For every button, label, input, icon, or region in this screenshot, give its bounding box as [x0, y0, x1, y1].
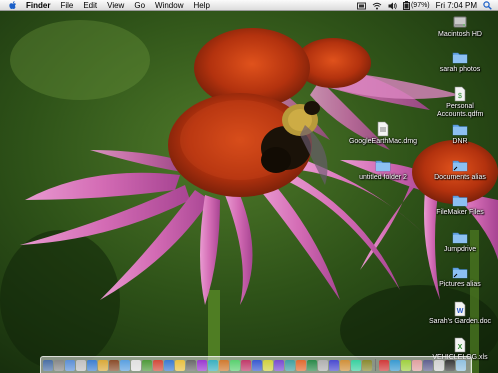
dock-app-icon[interactable] [164, 359, 174, 371]
desktop-icon-dnr[interactable]: DNR [425, 121, 495, 146]
icon-label: GoogleEarthMac.dmg [348, 138, 418, 145]
dock-app-icon[interactable] [379, 359, 389, 371]
dock-app-icon[interactable] [296, 359, 306, 371]
icon-label: Jumpdrive [443, 246, 477, 253]
extra-menu-icon[interactable] [356, 2, 366, 10]
icon-label: DNR [452, 138, 468, 145]
dock-app-icon[interactable] [87, 359, 97, 371]
dock-app-icon[interactable] [456, 359, 466, 371]
battery-percent: (97%) [410, 2, 430, 9]
spotlight-icon[interactable] [483, 1, 492, 10]
battery-status[interactable]: (97%) [402, 0, 430, 11]
dock-app-icon[interactable] [131, 359, 141, 371]
hard-drive-icon [453, 16, 467, 28]
dock-app-icon[interactable] [307, 359, 317, 371]
dock-app-icon[interactable] [197, 359, 207, 371]
dock-separator [375, 359, 376, 371]
document-icon: $ [454, 86, 466, 102]
menu-bar: Finder File Edit View Go Window Help (97… [0, 0, 498, 11]
dock-app-icon[interactable] [241, 359, 251, 371]
icon-label: sarah photos [439, 66, 481, 73]
dock-app-icon[interactable] [401, 359, 411, 371]
desktop-icon-sarahs-garden-doc[interactable]: W Sarah's Garden.doc [425, 301, 495, 326]
folder-icon [452, 195, 468, 207]
dock-app-icon[interactable] [175, 359, 185, 371]
volume-icon[interactable] [388, 2, 397, 10]
menu-finder[interactable]: Finder [26, 0, 55, 11]
desktop-icon-pictures-alias[interactable]: Pictures alias [425, 264, 495, 289]
menu-file[interactable]: File [55, 0, 78, 11]
svg-text:W: W [457, 308, 464, 315]
dock-app-icon[interactable] [434, 359, 444, 371]
dock-app-icon[interactable] [54, 359, 64, 371]
wifi-icon[interactable] [372, 2, 382, 10]
folder-icon [452, 267, 468, 279]
desktop-icon-untitled-folder-2[interactable]: untitled folder 2 [348, 157, 418, 182]
menu-view[interactable]: View [102, 0, 129, 11]
dock-app-icon[interactable] [65, 359, 75, 371]
dock-app-icon[interactable] [142, 359, 152, 371]
dock-app-icon[interactable] [186, 359, 196, 371]
icon-label: Documents alias [434, 174, 486, 181]
icon-label: untitled folder 2 [359, 174, 407, 181]
dock-app-icon[interactable] [43, 359, 53, 371]
dock-app-icon[interactable] [230, 359, 240, 371]
folder-icon [452, 232, 468, 244]
dock-app-icon[interactable] [98, 359, 108, 371]
icon-label: Macintosh HD [438, 31, 482, 38]
apple-menu-icon[interactable] [8, 0, 17, 11]
desktop-icon-sarah-photos[interactable]: sarah photos [425, 49, 495, 74]
spreadsheet-icon: X [454, 337, 466, 353]
folder-icon [452, 52, 468, 64]
folder-icon [375, 160, 391, 172]
desktop-icon-personal-accounts[interactable]: $ Personal Accounts.qdfm [425, 86, 495, 119]
desktop-icon-macintosh-hd[interactable]: Macintosh HD [425, 14, 495, 39]
icon-label: FileMaker Files [436, 209, 484, 216]
menu-window[interactable]: Window [150, 0, 188, 11]
dock-app-icon[interactable] [285, 359, 295, 371]
icon-label: Personal Accounts.qdfm [437, 103, 484, 118]
dock-app-icon[interactable] [362, 359, 372, 371]
menu-help[interactable]: Help [188, 0, 214, 11]
document-icon [377, 121, 389, 137]
desktop-icon-googleearth-dmg[interactable]: GoogleEarthMac.dmg [348, 121, 418, 146]
dock-app-icon[interactable] [274, 359, 284, 371]
folder-icon [452, 160, 468, 172]
dock-app-icon[interactable] [76, 359, 86, 371]
dock-app-icon[interactable] [120, 359, 130, 371]
desktop-icon-jumpdrive[interactable]: Jumpdrive [425, 229, 495, 254]
dock-app-icon[interactable] [445, 359, 455, 371]
menu-go[interactable]: Go [129, 0, 150, 11]
document-icon: W [454, 301, 466, 317]
dock-app-icon[interactable] [153, 359, 163, 371]
dock-app-icon[interactable] [351, 359, 361, 371]
menu-edit[interactable]: Edit [78, 0, 102, 11]
dock-app-icon[interactable] [252, 359, 262, 371]
icon-label: Pictures alias [439, 281, 481, 288]
desktop-wallpaper [0, 0, 498, 373]
desktop-icon-filemaker-files[interactable]: FileMaker Files [425, 192, 495, 217]
dock-app-icon[interactable] [109, 359, 119, 371]
dock-app-icon[interactable] [412, 359, 422, 371]
svg-text:$: $ [458, 93, 462, 100]
battery-icon [402, 1, 410, 10]
dock-app-icon[interactable] [390, 359, 400, 371]
dock-app-icon[interactable] [340, 359, 350, 371]
dock-app-icon[interactable] [219, 359, 229, 371]
desktop-icon-documents-alias[interactable]: Documents alias [425, 157, 495, 182]
dock-app-icon[interactable] [208, 359, 218, 371]
icon-label: Sarah's Garden.doc [428, 318, 492, 325]
dock-app-icon[interactable] [263, 359, 273, 371]
dock [40, 356, 472, 373]
folder-icon [452, 124, 468, 136]
dock-app-icon[interactable] [329, 359, 339, 371]
dock-app-icon[interactable] [318, 359, 328, 371]
clock[interactable]: Fri 7:04 PM [436, 0, 477, 11]
svg-text:X: X [458, 344, 463, 351]
dock-app-icon[interactable] [423, 359, 433, 371]
